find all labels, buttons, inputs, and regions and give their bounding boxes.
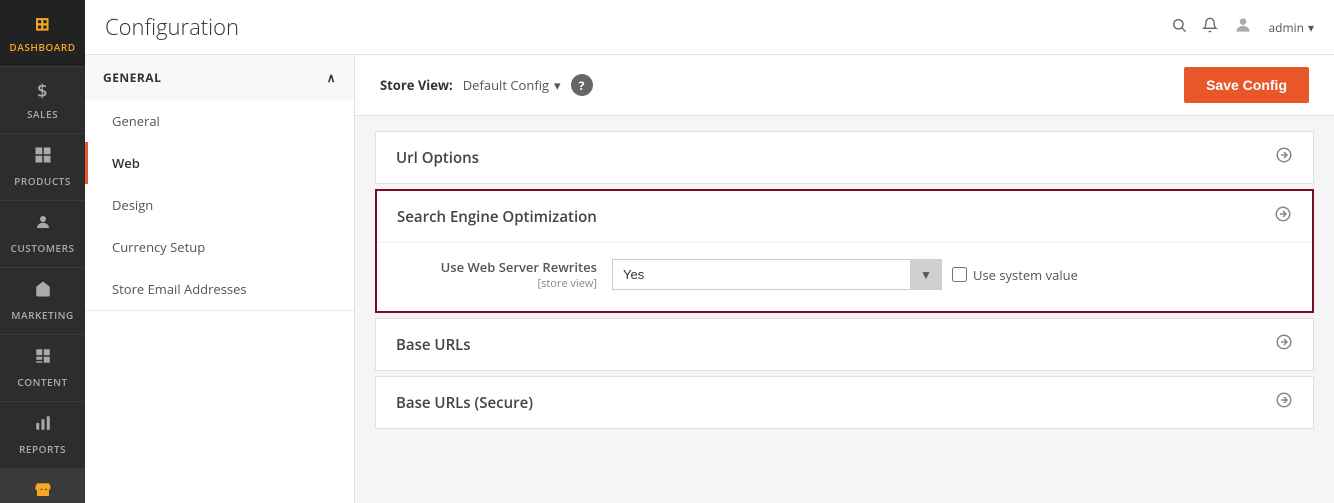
web-server-rewrites-sublabel: [store view]	[397, 276, 597, 291]
base-urls-secure-title: Base URLs (Secure)	[396, 393, 533, 413]
avatar-icon	[1233, 15, 1253, 40]
use-system-value-checkbox[interactable]	[952, 267, 967, 282]
sidebar-group-general: GENERAL ∧ General Web Design Currency Se…	[85, 55, 354, 311]
sidebar-item-design[interactable]: Design	[85, 184, 354, 226]
url-options-title: Url Options	[396, 148, 479, 168]
notification-bell-icon[interactable]	[1202, 16, 1218, 38]
base-urls-section: Base URLs	[375, 318, 1314, 371]
content-area: GENERAL ∧ General Web Design Currency Se…	[85, 55, 1334, 503]
web-server-rewrites-select[interactable]: Yes No	[612, 259, 942, 290]
sidebar-item-products[interactable]: PRODUCTS	[0, 134, 85, 201]
url-options-toggle-icon	[1275, 146, 1293, 169]
seo-section-title: Search Engine Optimization	[397, 207, 597, 227]
page-header: Configuration admin ▾	[85, 0, 1334, 55]
header-actions: admin ▾	[1171, 15, 1314, 40]
customers-icon	[34, 213, 52, 237]
user-dropdown-arrow: ▾	[1308, 19, 1314, 36]
dashboard-icon: ⊞	[35, 12, 51, 36]
sidebar-item-dashboard[interactable]: ⊞ DASHBOARD	[0, 0, 85, 67]
seo-section: Search Engine Optimization Use Web Serve…	[375, 189, 1314, 313]
sidebar-group-general-header[interactable]: GENERAL ∧	[85, 55, 354, 100]
seo-content: Use Web Server Rewrites [store view] Yes…	[377, 242, 1312, 311]
store-view-left: Store View: Default Config ▾ ?	[380, 74, 593, 96]
sidebar-item-marketing[interactable]: MARKETING	[0, 268, 85, 335]
sidebar-label-customers: CUSTOMERS	[11, 241, 75, 255]
sidebar-item-sales[interactable]: $ SALES	[0, 67, 85, 134]
seo-section-header[interactable]: Search Engine Optimization	[377, 191, 1312, 242]
products-icon	[34, 146, 52, 170]
content-icon	[34, 347, 52, 371]
sidebar-label-sales: SALES	[27, 107, 58, 121]
chevron-up-icon: ∧	[327, 69, 336, 86]
url-options-section: Url Options	[375, 131, 1314, 184]
url-options-header[interactable]: Url Options	[376, 132, 1313, 183]
sidebar-item-currency-setup[interactable]: Currency Setup	[85, 226, 354, 268]
store-view-select[interactable]: Default Config ▾	[463, 76, 561, 94]
marketing-icon	[34, 280, 52, 304]
save-config-button[interactable]: Save Config	[1184, 67, 1309, 103]
web-server-rewrites-row: Use Web Server Rewrites [store view] Yes…	[397, 258, 1292, 291]
help-icon[interactable]: ?	[571, 74, 593, 96]
base-urls-secure-header[interactable]: Base URLs (Secure)	[376, 377, 1313, 428]
page-content: Store View: Default Config ▾ ? Save Conf…	[355, 55, 1334, 503]
main-sidebar: ⊞ DASHBOARD $ SALES PRODUCTS CUSTOMERS M…	[0, 0, 85, 503]
sidebar-label-marketing: MARKETING	[11, 308, 73, 322]
sidebar-item-stores[interactable]: STORES	[0, 469, 85, 503]
store-view-selected: Default Config	[463, 76, 549, 94]
sidebar-label-dashboard: DASHBOARD	[9, 40, 75, 54]
sidebar-item-store-email[interactable]: Store Email Addresses	[85, 268, 354, 310]
main-content: Configuration admin ▾ GENERAL ∧	[85, 0, 1334, 503]
store-view-label: Store View:	[380, 76, 453, 94]
page-title: Configuration	[105, 12, 239, 42]
base-urls-title: Base URLs	[396, 335, 471, 355]
user-menu[interactable]: admin ▾	[1268, 19, 1314, 36]
field-label-group: Use Web Server Rewrites [store view]	[397, 258, 597, 291]
base-urls-secure-section: Base URLs (Secure)	[375, 376, 1314, 429]
sidebar-item-customers[interactable]: CUSTOMERS	[0, 201, 85, 268]
sales-icon: $	[37, 79, 48, 103]
sidebar-label-products: PRODUCTS	[14, 174, 71, 188]
sidebar-item-reports[interactable]: REPORTS	[0, 402, 85, 469]
sidebar-label-reports: REPORTS	[19, 442, 66, 456]
web-server-rewrites-select-wrapper: Yes No ▼	[612, 259, 942, 290]
base-urls-header[interactable]: Base URLs	[376, 319, 1313, 370]
seo-toggle-icon	[1274, 205, 1292, 228]
sidebar-label-content: CONTENT	[17, 375, 67, 389]
search-icon[interactable]	[1171, 16, 1187, 38]
sidebar-item-web[interactable]: Web	[85, 142, 354, 184]
base-urls-toggle-icon	[1275, 333, 1293, 356]
secondary-sidebar: GENERAL ∧ General Web Design Currency Se…	[85, 55, 355, 503]
field-control: Yes No ▼ Use system value	[612, 259, 1078, 290]
reports-icon	[34, 414, 52, 438]
store-view-bar: Store View: Default Config ▾ ? Save Conf…	[355, 55, 1334, 116]
config-sections: Url Options Search Engine Optimization	[355, 116, 1334, 449]
sidebar-item-content[interactable]: CONTENT	[0, 335, 85, 402]
stores-icon	[34, 481, 52, 503]
store-view-arrow: ▾	[554, 76, 561, 94]
sidebar-item-general[interactable]: General	[85, 100, 354, 142]
use-system-value-label: Use system value	[952, 266, 1078, 284]
base-urls-secure-toggle-icon	[1275, 391, 1293, 414]
user-label: admin	[1268, 19, 1304, 36]
web-server-rewrites-label: Use Web Server Rewrites	[397, 258, 597, 276]
sidebar-group-general-label: GENERAL	[103, 69, 161, 86]
use-system-value-text: Use system value	[973, 266, 1078, 284]
